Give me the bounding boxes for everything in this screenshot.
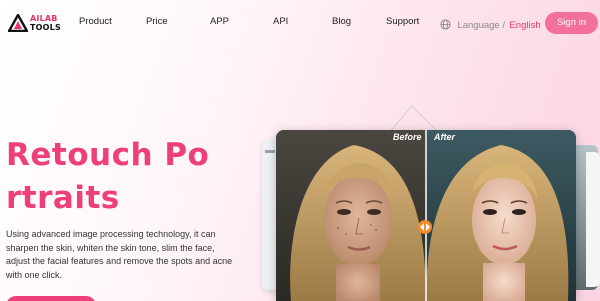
ailab-logo-icon	[8, 14, 28, 32]
nav-blog[interactable]: Blog	[332, 16, 351, 27]
hero-title: Retouch Po rtraits	[6, 134, 236, 220]
hero-title-line2: rtraits	[6, 180, 120, 216]
nav-product[interactable]: Product	[79, 16, 112, 27]
compare-slider-handle[interactable]	[418, 220, 432, 234]
cta-button[interactable]	[6, 296, 96, 301]
language-value[interactable]: English	[509, 20, 540, 31]
globe-icon	[440, 19, 451, 30]
nav-api[interactable]: API	[273, 16, 288, 27]
card-dots-icon	[265, 150, 275, 153]
sign-in-button[interactable]: Sign in	[545, 12, 598, 34]
compare-slider-icon	[420, 223, 430, 231]
before-label: Before	[393, 132, 422, 142]
language-label: Language /	[457, 20, 505, 31]
after-label: After	[434, 132, 456, 142]
nav-price[interactable]: Price	[146, 16, 168, 27]
nav-support[interactable]: Support	[386, 16, 419, 27]
next-sample-card-edge	[586, 152, 600, 287]
hero-title-line1: Retouch Po	[6, 137, 210, 173]
language-selector[interactable]: Language / English	[440, 15, 541, 31]
before-after-comparison[interactable]: Before After	[276, 130, 576, 301]
brand-name: AILAB TOOLS	[30, 14, 61, 32]
hero-description: Using advanced image processing technolo…	[6, 229, 233, 280]
top-navigation: AILAB TOOLS Product Price APP API Blog S…	[0, 0, 600, 46]
brand-logo[interactable]: AILAB TOOLS	[8, 12, 62, 34]
portrait-comparison-image	[276, 130, 576, 301]
nav-app[interactable]: APP	[210, 16, 229, 27]
